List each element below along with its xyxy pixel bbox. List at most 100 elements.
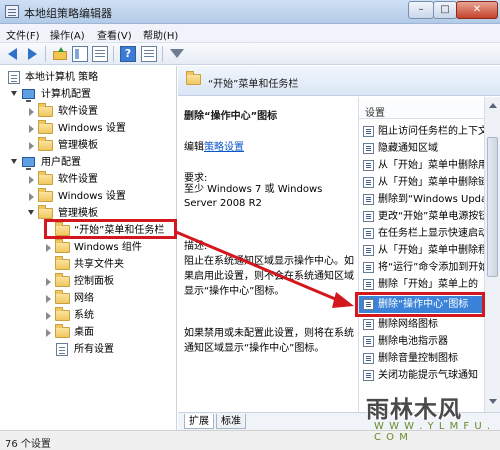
highlight-box-setting <box>355 292 485 317</box>
folder-open-icon <box>38 205 53 219</box>
watermark-url: W W W . Y L M F U . C O M <box>374 421 492 443</box>
folder-icon <box>38 137 53 151</box>
list-item[interactable]: 阻止访问任务栏的上下文菜单 <box>359 123 489 140</box>
setting-icon <box>363 262 374 273</box>
policy-editor-icon <box>5 5 19 18</box>
pane-header: “开始”菜单和任务栏 <box>178 66 500 96</box>
expand-open-icon[interactable] <box>28 210 34 215</box>
menu-view[interactable]: 查看(V) <box>97 27 132 42</box>
export-list-icon[interactable] <box>92 46 108 62</box>
expand-closed-icon[interactable] <box>29 125 34 133</box>
policy-document-icon <box>8 71 20 84</box>
menu-file[interactable]: 文件(F) <box>6 27 40 42</box>
tree-pane[interactable]: 本地计算机 策略 计算机配置 软件设置 Windows 设置 管理模板 用户配置… <box>0 66 177 430</box>
folder-icon <box>38 103 53 117</box>
setting-icon <box>363 353 374 364</box>
setting-icon <box>363 177 374 188</box>
scroll-up-icon[interactable] <box>489 103 497 108</box>
user-computer-icon <box>22 157 35 170</box>
list-item[interactable]: 从「开始」菜单中删除程序 <box>359 242 489 259</box>
expand-closed-icon[interactable] <box>29 142 34 150</box>
forward-arrow-icon[interactable] <box>24 46 40 62</box>
scrollbar-thumb[interactable] <box>487 137 498 277</box>
edit-policy-line: 编辑策略设置 <box>184 138 244 153</box>
list-item[interactable]: 删除「开始」菜单上的 <box>359 276 489 293</box>
menu-help[interactable]: 帮助(H) <box>143 27 178 42</box>
expand-closed-icon[interactable] <box>46 312 51 320</box>
detail-pane: “开始”菜单和任务栏 删除“操作中心”图标 编辑策略设置 要求: 至少 Wind… <box>178 66 500 430</box>
edit-prefix: 编辑 <box>184 142 204 153</box>
folder-icon <box>38 120 53 134</box>
description-text-1: 阻止在系统通知区域显示操作中心。如果启用此设置，则不会在系统通知区域显示“操作中… <box>184 256 354 297</box>
setting-icon <box>363 370 374 381</box>
expand-closed-icon[interactable] <box>29 193 34 201</box>
setting-icon <box>363 336 374 347</box>
column-header-setting[interactable]: 设置 <box>359 101 500 119</box>
expand-closed-icon[interactable] <box>46 244 51 252</box>
toolbar-separator <box>45 46 46 62</box>
list-item[interactable]: 将“运行”命令添加到开始菜单 <box>359 259 489 276</box>
policy-title: 删除“操作中心”图标 <box>184 111 278 122</box>
list-item[interactable]: 从「开始」菜单中删除链接 <box>359 174 489 191</box>
filter-icon[interactable] <box>169 46 185 62</box>
toolbar-separator <box>113 46 114 62</box>
folder-icon <box>38 188 53 202</box>
list-item[interactable]: 删除音量控制图标 <box>359 350 489 367</box>
list-item[interactable]: 删除电池指示器 <box>359 333 489 350</box>
settings-list[interactable]: 设置 阻止访问任务栏的上下文菜单 隐藏通知区域 从「开始」菜单中删除用户文件夹 … <box>358 97 500 412</box>
back-arrow-icon[interactable] <box>5 46 21 62</box>
expand-closed-icon[interactable] <box>46 278 51 286</box>
setting-icon <box>363 126 374 137</box>
expand-open-icon[interactable] <box>11 159 17 164</box>
show-hide-tree-icon[interactable] <box>72 46 88 62</box>
computer-icon <box>22 89 35 102</box>
menu-bar: 文件(F) 操作(A) 查看(V) 帮助(H) <box>0 24 500 43</box>
expand-closed-icon[interactable] <box>29 108 34 116</box>
setting-icon <box>363 279 374 290</box>
setting-icon <box>363 160 374 171</box>
description-label: 描述: <box>184 241 208 252</box>
list-item[interactable]: 隐藏通知区域 <box>359 140 489 157</box>
tab-standard[interactable]: 标准 <box>216 414 246 429</box>
help-icon[interactable]: ? <box>120 46 136 62</box>
folder-icon <box>55 273 70 287</box>
properties-sheet-icon[interactable] <box>141 46 157 62</box>
setting-icon <box>363 143 374 154</box>
minimize-button[interactable]: – <box>408 1 434 19</box>
toolbar: ? <box>0 43 500 65</box>
folder-icon <box>55 256 70 270</box>
setting-icon <box>363 211 374 222</box>
expand-closed-icon[interactable] <box>29 176 34 184</box>
vertical-scrollbar[interactable] <box>484 97 500 412</box>
requirements-label: 要求: <box>184 173 208 184</box>
list-item[interactable]: 删除网络图标 <box>359 316 489 333</box>
pane-header-title: “开始”菜单和任务栏 <box>208 79 299 90</box>
edit-policy-link[interactable]: 策略设置 <box>204 142 244 153</box>
expand-closed-icon[interactable] <box>46 295 51 303</box>
toolbar-separator <box>162 46 163 62</box>
folder-icon <box>55 290 70 304</box>
list-item[interactable]: 删除到“Windows Update”的链接 <box>359 191 489 208</box>
expand-open-icon[interactable] <box>11 91 17 96</box>
description-text-2: 如果禁用或未配置此设置，则将在系统通知区域显示“操作中心”图标。 <box>184 328 354 354</box>
list-item[interactable]: 在任务栏上显示快速启动 <box>359 225 489 242</box>
setting-icon <box>363 194 374 205</box>
maximize-button[interactable]: □ <box>433 1 457 19</box>
list-item[interactable]: 更改“开始”菜单电源按钮 <box>359 208 489 225</box>
up-folder-icon[interactable] <box>52 46 68 62</box>
list-item[interactable]: 关闭功能提示气球通知 <box>359 367 489 384</box>
folder-icon <box>55 324 70 338</box>
site-watermark: 雨林木风 W W W . Y L M F U . C O M <box>360 388 498 443</box>
expand-closed-icon[interactable] <box>46 329 51 337</box>
setting-icon <box>363 319 374 330</box>
close-button[interactable]: ✕ <box>456 1 498 19</box>
menu-action[interactable]: 操作(A) <box>50 27 85 42</box>
tab-extended[interactable]: 扩展 <box>184 414 214 429</box>
folder-icon <box>55 239 70 253</box>
highlight-box-tree-item <box>44 219 177 239</box>
title-bar: 本地组策略编辑器 – □ ✕ <box>0 0 500 24</box>
window-title: 本地组策略编辑器 <box>24 7 112 20</box>
setting-icon <box>363 228 374 239</box>
folder-icon <box>55 307 70 321</box>
list-item[interactable]: 从「开始」菜单中删除用户文件夹 <box>359 157 489 174</box>
